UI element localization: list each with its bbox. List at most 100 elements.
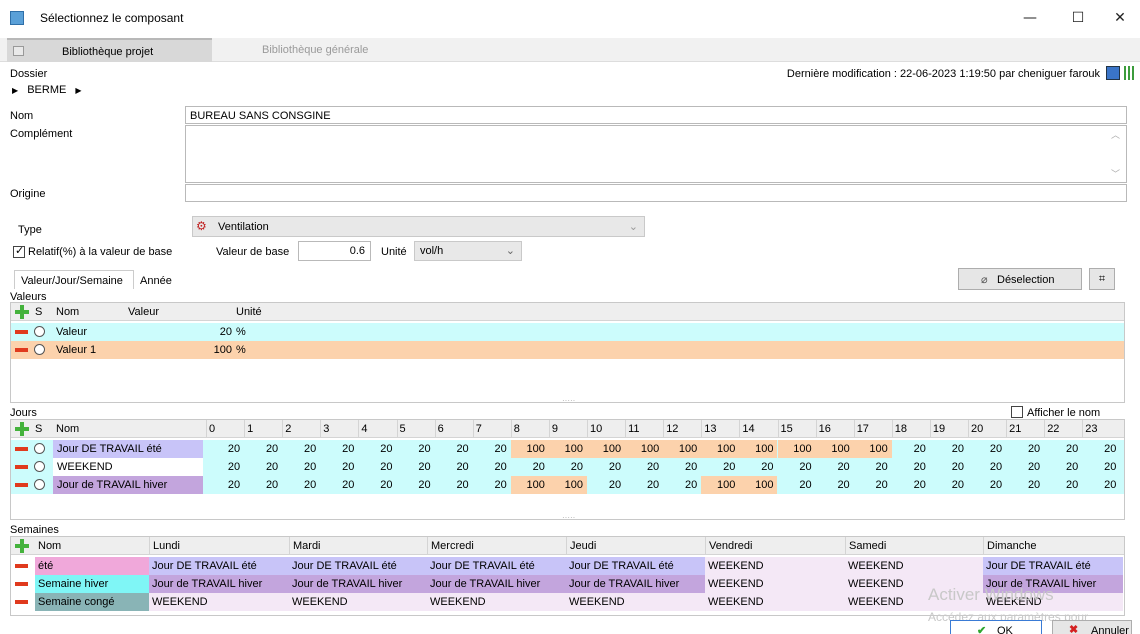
hour-value[interactable]: 20 [587, 458, 625, 476]
hour-value[interactable]: 20 [244, 476, 282, 494]
valeur-row[interactable]: Valeur 1 100% [11, 341, 1124, 359]
week-day-cell[interactable]: WEEKEND [705, 593, 845, 611]
hour-value[interactable]: 20 [739, 458, 777, 476]
hour-value[interactable]: 100 [777, 440, 816, 458]
hour-value[interactable]: 20 [358, 458, 396, 476]
hour-value[interactable]: 20 [968, 458, 1006, 476]
hour-value[interactable]: 20 [435, 458, 473, 476]
hour-value[interactable]: 20 [1082, 476, 1120, 494]
close-button[interactable]: ✕ [1100, 4, 1140, 32]
hour-value[interactable]: 20 [1006, 440, 1044, 458]
hour-value[interactable]: 100 [701, 440, 740, 458]
week-day-cell[interactable]: Jour DE TRAVAIL été [149, 557, 289, 575]
week-day-cell[interactable]: Jour de TRAVAIL hiver [427, 575, 566, 593]
hour-value[interactable]: 20 [1006, 476, 1044, 494]
minus-icon[interactable] [15, 447, 28, 451]
tab-bibliotheque-projet[interactable]: Bibliothèque projet [7, 38, 212, 62]
add-icon[interactable] [15, 422, 29, 436]
hour-value[interactable]: 20 [816, 476, 854, 494]
hour-value[interactable]: 100 [510, 476, 549, 494]
hour-value[interactable]: 20 [854, 476, 892, 494]
valeur-row[interactable]: Valeur 20% [11, 323, 1124, 341]
hour-value[interactable]: 100 [853, 440, 892, 458]
hour-value[interactable]: 20 [206, 458, 244, 476]
week-day-cell[interactable]: WEEKEND [427, 593, 566, 611]
week-day-cell[interactable]: WEEKEND [289, 593, 427, 611]
hour-value[interactable]: 20 [1044, 476, 1082, 494]
hour-value[interactable]: 100 [510, 440, 549, 458]
select-radio[interactable] [34, 344, 45, 355]
hour-value[interactable]: 20 [473, 440, 511, 458]
dossier-breadcrumb[interactable]: ▶ BERME ▶ [12, 84, 82, 96]
minus-icon[interactable] [15, 564, 28, 568]
hour-value[interactable]: 20 [244, 440, 282, 458]
hour-value[interactable]: 20 [397, 476, 435, 494]
select-radio[interactable] [34, 461, 45, 472]
hour-value[interactable]: 20 [1006, 458, 1044, 476]
hour-value[interactable]: 20 [397, 458, 435, 476]
week-day-cell[interactable]: Jour de TRAVAIL hiver [566, 575, 705, 593]
fit-view-icon[interactable]: ⌗ [1089, 268, 1115, 290]
hour-value[interactable]: 20 [778, 476, 816, 494]
unite-select[interactable]: vol/h ⌄ [414, 241, 522, 261]
hour-value[interactable]: 20 [663, 458, 701, 476]
nom-input[interactable]: BUREAU SANS CONSGINE [185, 106, 1127, 124]
hour-value[interactable]: 20 [816, 458, 854, 476]
hour-value[interactable]: 20 [435, 476, 473, 494]
hour-value[interactable]: 20 [206, 476, 244, 494]
hour-value[interactable]: 20 [930, 476, 968, 494]
hour-value[interactable]: 20 [320, 440, 358, 458]
week-day-cell[interactable]: Jour DE TRAVAIL été [983, 557, 1123, 575]
week-day-cell[interactable]: WEEKEND [705, 575, 845, 593]
hour-value[interactable]: 20 [1044, 458, 1082, 476]
minus-icon[interactable] [15, 465, 28, 469]
type-select[interactable]: ⚙ Ventilation ⌄ [192, 216, 645, 237]
hour-value[interactable]: 20 [663, 476, 701, 494]
hour-value[interactable]: 20 [778, 458, 816, 476]
week-day-cell[interactable]: Jour de TRAVAIL hiver [289, 575, 427, 593]
hour-value[interactable]: 20 [511, 458, 549, 476]
deselection-button[interactable]: ⌀ Déselection [958, 268, 1082, 290]
hour-value[interactable]: 20 [892, 476, 930, 494]
hour-value[interactable]: 20 [435, 440, 473, 458]
hour-value[interactable]: 20 [968, 440, 1006, 458]
tab-bibliotheque-generale[interactable]: Bibliothèque générale [262, 44, 368, 56]
hour-value[interactable]: 20 [625, 476, 663, 494]
settings-icon[interactable] [1106, 66, 1120, 80]
add-icon[interactable] [15, 305, 29, 319]
minus-icon[interactable] [15, 330, 28, 334]
hour-value[interactable]: 100 [625, 440, 664, 458]
hour-value[interactable]: 20 [282, 440, 320, 458]
hour-value[interactable]: 100 [587, 440, 626, 458]
hour-value[interactable]: 20 [358, 476, 396, 494]
week-day-cell[interactable]: WEEKEND [705, 557, 845, 575]
week-day-cell[interactable]: WEEKEND [845, 557, 983, 575]
hour-value[interactable]: 20 [473, 476, 511, 494]
afficher-nom-checkbox[interactable] [1011, 406, 1023, 418]
hour-value[interactable]: 20 [244, 458, 282, 476]
select-radio[interactable] [34, 479, 45, 490]
select-radio[interactable] [34, 326, 45, 337]
hour-value[interactable]: 100 [701, 476, 740, 494]
hour-value[interactable]: 100 [739, 476, 778, 494]
hour-value[interactable]: 100 [548, 440, 587, 458]
hour-value[interactable]: 20 [930, 440, 968, 458]
hour-value[interactable]: 100 [739, 440, 778, 458]
annuler-button[interactable]: ✖ Annuler [1052, 620, 1132, 634]
week-day-cell[interactable]: WEEKEND [149, 593, 289, 611]
tab-annee[interactable]: Année [140, 275, 172, 287]
splitter-handle[interactable]: ····· [562, 396, 575, 405]
relatif-checkbox[interactable]: ✓ [13, 245, 25, 258]
barcode-icon[interactable] [1124, 66, 1134, 80]
hour-value[interactable]: 20 [892, 440, 930, 458]
maximize-button[interactable]: ☐ [1058, 4, 1098, 32]
minus-icon[interactable] [15, 600, 28, 604]
minus-icon[interactable] [15, 348, 28, 352]
hour-value[interactable]: 20 [625, 458, 663, 476]
hour-value[interactable]: 20 [1044, 440, 1082, 458]
hour-value[interactable]: 20 [701, 458, 739, 476]
hour-value[interactable]: 100 [663, 440, 702, 458]
hour-value[interactable]: 20 [930, 458, 968, 476]
week-day-cell[interactable]: Jour DE TRAVAIL été [289, 557, 427, 575]
hour-value[interactable]: 20 [206, 440, 244, 458]
